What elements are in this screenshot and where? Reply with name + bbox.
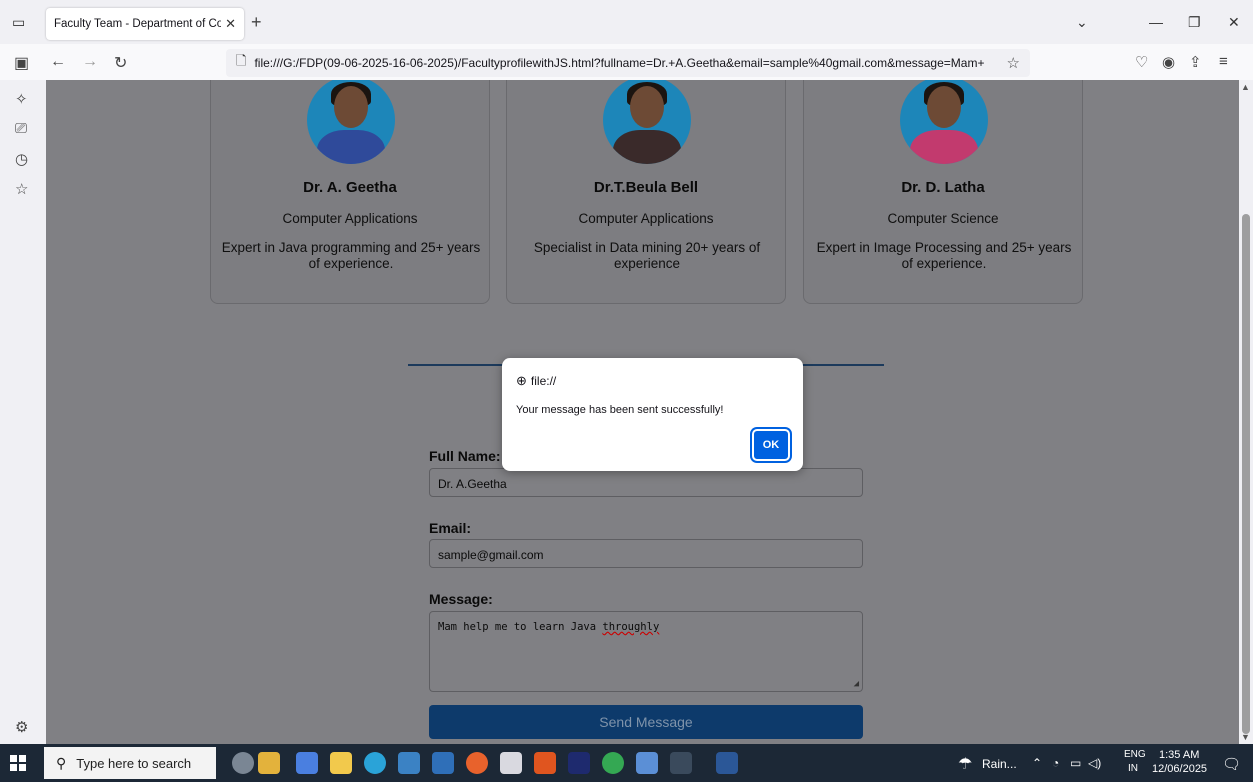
bookmark-star-icon[interactable]: ☆ — [1007, 54, 1020, 72]
notes-icon[interactable] — [636, 752, 658, 774]
search-placeholder: Type here to search — [76, 755, 192, 771]
message-textarea[interactable]: Mam help me to learn Java throughly ◢ — [429, 611, 863, 692]
browser-tab[interactable]: Faculty Team - Department of Comp ✕ — [46, 8, 244, 40]
close-tab-icon[interactable]: ✕ — [225, 16, 236, 32]
settings-gear-icon[interactable]: ⚙ — [15, 718, 28, 736]
file-explorer-icon[interactable] — [330, 752, 352, 774]
scroll-thumb[interactable] — [1242, 214, 1250, 734]
faculty-description: Expert in Java programming and 25+ years… — [221, 240, 481, 271]
restore-icon[interactable]: ❐ — [1188, 14, 1201, 31]
language-bottom[interactable]: IN — [1128, 763, 1138, 774]
alert-dialog: ⊕ file:// Your message has been sent suc… — [502, 358, 803, 471]
tab-overflow-chevron-icon[interactable]: ⌄ — [1076, 14, 1088, 31]
misspelled-word: throughly — [602, 621, 660, 633]
dialog-origin-text: file:// — [530, 374, 557, 388]
tab-title: Faculty Team - Department of Comp — [54, 18, 222, 30]
tab-list-icon[interactable]: ▭ — [12, 14, 28, 30]
medal-icon[interactable] — [258, 752, 280, 774]
url-bar[interactable]: 🗋 file:///G:/FDP(09-06-2025-16-06-2025)/… — [226, 49, 1030, 77]
back-arrow-icon[interactable]: ← — [50, 53, 66, 71]
faculty-name: Dr. A. Geetha — [303, 179, 397, 196]
ai-chatbot-icon[interactable]: ✧ — [15, 90, 28, 108]
faculty-card: Dr.T.Beula Bell Computer Applications Sp… — [506, 80, 786, 304]
reload-icon[interactable]: ↻ — [114, 53, 127, 73]
word-icon[interactable] — [716, 752, 738, 774]
window-close-icon[interactable]: ✕ — [1228, 14, 1240, 31]
forward-arrow-icon[interactable]: → — [82, 53, 98, 71]
language-top[interactable]: ENG — [1124, 749, 1146, 760]
mail-icon[interactable] — [432, 752, 454, 774]
pocket-icon[interactable]: ♡ — [1135, 53, 1148, 71]
browser-sidebar: ✧ ⎚ ◷ ☆ ⚙ — [0, 80, 46, 744]
email-field[interactable]: sample@gmail.com — [429, 539, 863, 568]
store-icon[interactable] — [398, 752, 420, 774]
tab-strip: ▭ Faculty Team - Department of Comp ✕ + … — [0, 0, 1253, 44]
chrome-icon[interactable] — [602, 752, 624, 774]
webex-icon[interactable] — [568, 752, 590, 774]
ok-button[interactable]: OK — [752, 429, 790, 461]
q-app-icon[interactable] — [534, 752, 556, 774]
faculty-name: Dr. D. Latha — [901, 179, 985, 196]
weather-rain-icon[interactable]: ☂ — [958, 754, 972, 774]
globe-icon: ⊕ — [516, 373, 527, 388]
send-message-button[interactable]: Send Message — [429, 705, 863, 739]
hamburger-menu-icon[interactable]: ≡ — [1219, 53, 1228, 70]
resize-grip-icon[interactable]: ◢ — [854, 679, 859, 689]
scroll-up-icon[interactable]: ▲ — [1241, 82, 1250, 92]
faculty-card: Dr. D. Latha Computer Science Expert in … — [803, 80, 1083, 304]
account-icon[interactable]: ◉ — [1162, 53, 1175, 71]
navigation-bar: ▣ ← → ↻ 🗋 file:///G:/FDP(09-06-2025-16-0… — [0, 44, 1253, 80]
faculty-department: Computer Applications — [578, 211, 714, 226]
new-tab-icon[interactable]: + — [251, 12, 262, 33]
history-icon[interactable]: ◷ — [15, 150, 28, 168]
page-scrollbar[interactable]: ▲ ▼ — [1239, 80, 1253, 744]
windows-start-icon[interactable] — [10, 755, 26, 771]
notifications-icon[interactable]: 🗨 — [1222, 755, 1241, 773]
extensions-icon[interactable]: ⇪ — [1189, 53, 1202, 71]
windows-taskbar: ⚲ Type here to search ☂ Rain... ⌃ ◔ ▭ ◁)… — [0, 744, 1253, 782]
battery-icon[interactable]: ▭ — [1070, 756, 1081, 770]
copilot-icon[interactable] — [296, 752, 318, 774]
firefox-active-icon[interactable] — [670, 752, 692, 774]
faculty-photo — [603, 80, 691, 164]
dialog-message: Your message has been sent successfully! — [516, 404, 724, 416]
volume-icon[interactable]: ◁) — [1088, 756, 1101, 770]
clock-time[interactable]: 1:35 AM — [1159, 749, 1199, 761]
app-icon[interactable] — [500, 752, 522, 774]
bookmarks-icon[interactable]: ☆ — [15, 180, 28, 198]
document-icon: 🗋 — [236, 53, 247, 68]
tray-chevron-icon[interactable]: ⌃ — [1032, 756, 1042, 770]
faculty-photo — [900, 80, 988, 164]
faculty-department: Computer Science — [887, 211, 999, 226]
fullname-field[interactable]: Dr. A.Geetha — [429, 468, 863, 497]
faculty-description: Expert in Image Processing and 25+ years… — [816, 240, 1072, 271]
email-label: Email: — [429, 520, 472, 536]
weather-text[interactable]: Rain... — [982, 757, 1017, 771]
faculty-name: Dr.T.Beula Bell — [593, 179, 699, 196]
scroll-down-icon[interactable]: ▼ — [1241, 732, 1250, 742]
minimize-icon[interactable]: — — [1149, 14, 1163, 30]
url-text[interactable]: file:///G:/FDP(09-06-2025-16-06-2025)/Fa… — [254, 56, 1000, 70]
synced-tabs-icon[interactable]: ⎚ — [15, 120, 27, 137]
taskbar-search[interactable]: ⚲ Type here to search — [44, 747, 216, 779]
sidebar-toggle-icon[interactable]: ▣ — [14, 53, 29, 73]
message-text: Mam help me to learn Java — [438, 621, 603, 633]
network-icon[interactable]: ◔ — [1052, 756, 1059, 770]
faculty-photo — [307, 80, 395, 164]
faculty-card: Dr. A. Geetha Computer Applications Expe… — [210, 80, 490, 304]
faculty-description: Specialist in Data mining 20+ years of e… — [533, 240, 761, 271]
faculty-department: Computer Applications — [282, 211, 418, 226]
message-label: Message: — [429, 591, 493, 607]
dialog-origin: ⊕ file:// — [516, 373, 556, 389]
firefox-icon[interactable] — [466, 752, 488, 774]
fullname-label: Full Name: — [429, 448, 501, 464]
golf-widget-icon[interactable] — [232, 752, 254, 774]
clock-date[interactable]: 12/06/2025 — [1152, 763, 1207, 775]
edge-icon[interactable] — [364, 752, 386, 774]
search-icon: ⚲ — [56, 754, 67, 771]
